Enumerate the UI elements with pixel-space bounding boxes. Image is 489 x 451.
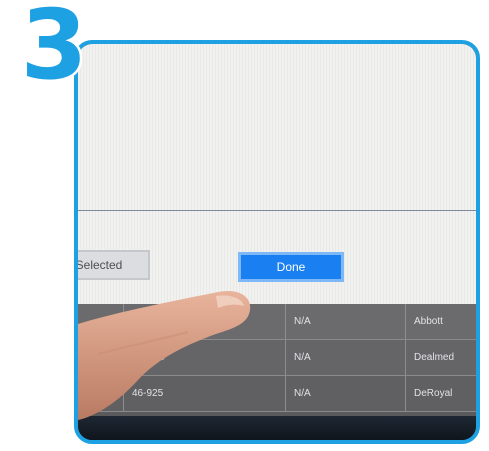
table-cell-vendor: DeRoyal	[414, 388, 453, 399]
step-number-text: 3	[21, 2, 88, 92]
step-number-badge: 3	[8, 2, 100, 92]
selected-button[interactable]: n Selected	[78, 250, 150, 280]
done-button[interactable]: Done	[238, 252, 344, 282]
photo-frame: n Selected Done N/A Abbott 783114 N/A De…	[74, 40, 480, 444]
table-cell-vendor: Dealmed	[414, 352, 455, 363]
table-cell-status: N/A	[286, 340, 406, 375]
dialog-blank-area	[78, 44, 476, 211]
table-cell-status: N/A	[286, 304, 406, 339]
table-cell-vendor: Abbott	[414, 316, 443, 327]
table-cell-status: N/A	[286, 376, 406, 411]
pointing-finger	[78, 284, 253, 424]
photo-stage: 3 n Selected Done N/A Abbott 783114 N/A …	[0, 0, 489, 451]
